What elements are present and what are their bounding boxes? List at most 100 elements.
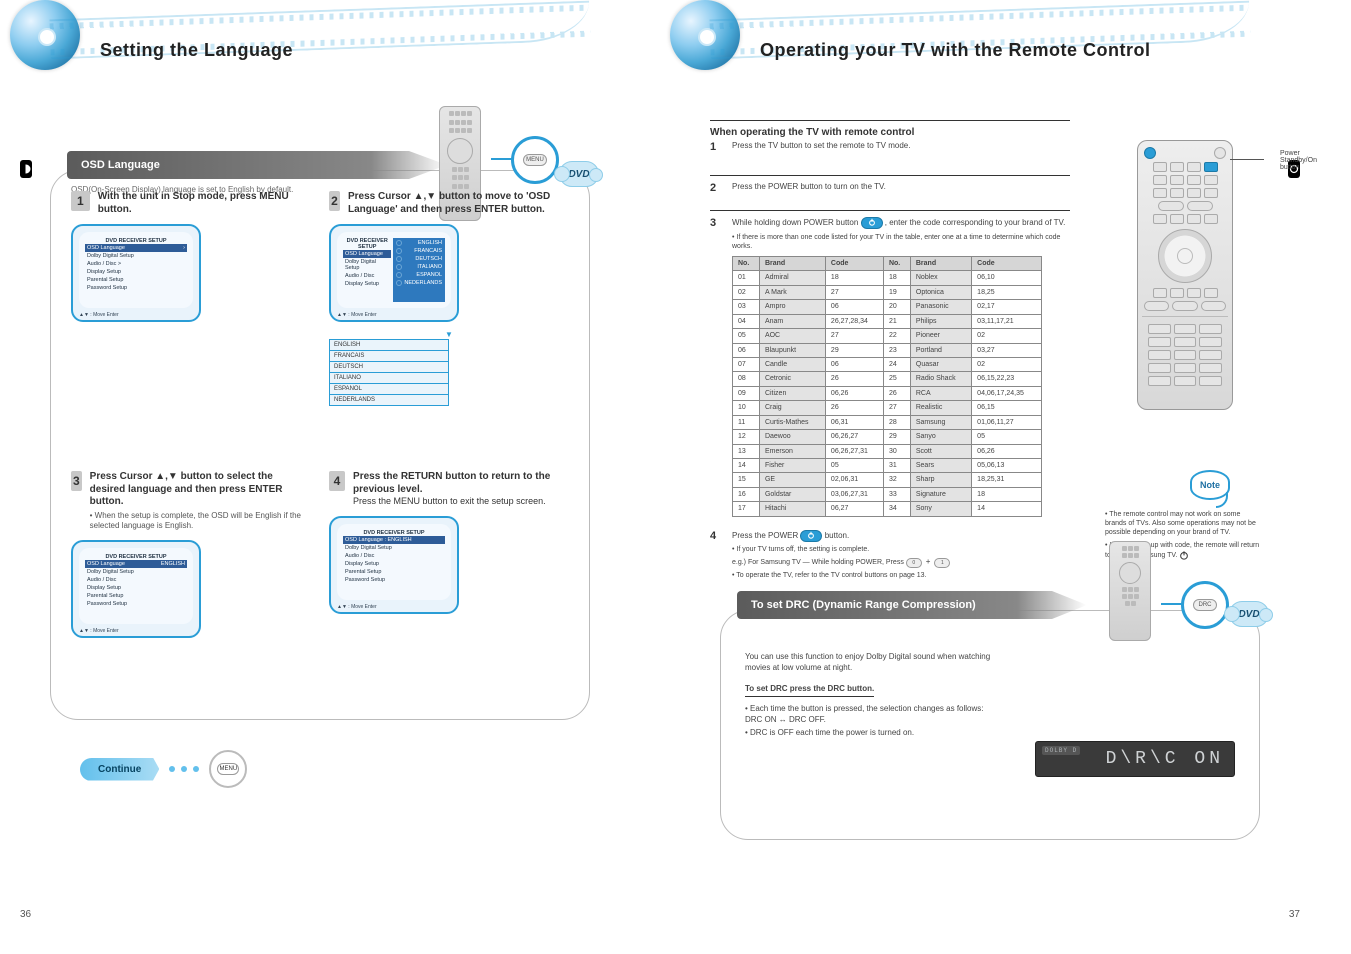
table-cell: 02,17: [972, 300, 1042, 314]
tv4-r0: OSD Language : ENGLISH: [345, 537, 412, 543]
table-cell: Optonica: [910, 285, 971, 299]
step-title: Press the RETURN button to return to the…: [353, 471, 569, 496]
language-options-table: ENGLISH FRANCAIS DEUTSCH ITALIANO ESPANO…: [329, 339, 449, 406]
table-cell: Radio Shack: [910, 372, 971, 386]
tv3-l0: OSD Language: [87, 561, 125, 567]
drc-list: • Each time the button is pressed, the s…: [745, 703, 999, 739]
table-cell: Hitachi: [759, 502, 825, 516]
sub2: e.g.) For Samsung TV — While holding POW…: [732, 559, 904, 566]
table-cell: RCA: [910, 386, 971, 400]
film-strip-header: Setting the Language: [20, 10, 640, 80]
step-number: 3: [71, 471, 82, 491]
step-number: 4: [710, 530, 726, 546]
step-title: With the unit in Stop mode, press MENU b…: [98, 191, 311, 216]
step-2: 2 Press Cursor ▲,▼ button to move to 'OS…: [329, 191, 569, 459]
step-3: 3 Press Cursor ▲,▼ button to select the …: [71, 471, 311, 699]
step-text: While holding down POWER button , enter …: [732, 217, 1070, 517]
table-cell: 10: [733, 401, 760, 415]
table-cell: 26: [883, 386, 910, 400]
table-cell: 02: [972, 357, 1042, 371]
note-bubble: Note: [1190, 470, 1230, 500]
table-cell: 06,10: [972, 271, 1042, 285]
table-cell: 06,26: [825, 386, 883, 400]
table-cell: 23: [883, 343, 910, 357]
radio-icon: [396, 264, 402, 270]
text-b: button.: [825, 531, 849, 540]
edge-marker-left: [20, 160, 32, 178]
table-cell: 06,27: [825, 502, 883, 516]
step-body: • When the setup is complete, the OSD wi…: [90, 511, 311, 532]
table-cell: 02,06,31: [825, 473, 883, 487]
table-cell: 21: [883, 314, 910, 328]
table-cell: 06,15: [972, 401, 1042, 415]
continue-label: Continue: [80, 758, 159, 781]
page-title: Setting the Language: [100, 40, 620, 61]
panel-title-bar: To set DRC (Dynamic Range Compression): [737, 591, 1087, 619]
table-cell: 18,25,31: [972, 473, 1042, 487]
table-cell: 03,27: [972, 343, 1042, 357]
tv3-l4: Parental Setup: [87, 593, 123, 599]
dvd-stamp-text: DVD: [568, 169, 589, 180]
drc-body: You can use this function to enjoy Dolby…: [745, 651, 999, 673]
step-text: Press the TV button to set the remote to…: [732, 141, 1070, 157]
radio-icon: [396, 280, 402, 286]
table-cell: 16: [733, 487, 760, 501]
table-cell: 27: [825, 329, 883, 343]
tv2-r1: FRANCAIS: [414, 248, 442, 254]
table-cell: 33: [883, 487, 910, 501]
th-5: Code: [972, 256, 1042, 270]
table-cell: Sony: [910, 502, 971, 516]
table-cell: 06: [733, 343, 760, 357]
table-cell: 06: [825, 357, 883, 371]
section-confirm: 4 Press the POWER button. • If your TV t…: [710, 530, 1070, 581]
remote-callout-right: DRC: [1109, 541, 1159, 641]
callout-button: DRC: [1193, 599, 1217, 611]
vfd-text: D\R\C ON: [1106, 749, 1224, 769]
table-cell: Philips: [910, 314, 971, 328]
tv4-r2: Audio / Disc: [345, 553, 374, 559]
opt-3: ITALIANO: [330, 373, 449, 384]
digit-0-button: 0: [906, 558, 922, 568]
vfd-display: DOLBY D D\R\C ON: [1035, 741, 1235, 777]
text-a: While holding down POWER button: [732, 218, 858, 227]
table-cell: Signature: [910, 487, 971, 501]
table-cell: 19: [883, 285, 910, 299]
tv2-r3: ITALIANO: [417, 264, 442, 270]
drc-panel: To set DRC (Dynamic Range Compression) D…: [720, 610, 1260, 840]
table-cell: 06: [825, 300, 883, 314]
osd-language-panel: OSD Language OSD(On-Screen Display) lang…: [50, 170, 590, 720]
table-row: 10Craig2627Realistic06,15: [733, 401, 1042, 415]
label-a: Power: [1280, 150, 1300, 157]
table-row: 08Cetronic2625Radio Shack06,15,22,23: [733, 372, 1042, 386]
tv4-hint: ▲▼ : Move Enter: [337, 604, 377, 610]
table-cell: Admiral: [759, 271, 825, 285]
table-cell: 27: [883, 401, 910, 415]
table-cell: 08: [733, 372, 760, 386]
tv2-l1: Dolby Digital Setup: [345, 259, 389, 271]
dpad-icon: [1158, 229, 1212, 283]
manual-page-right: Operating your TV with the Remote Contro…: [680, 10, 1300, 920]
table-cell: 25: [883, 372, 910, 386]
table-cell: Portland: [910, 343, 971, 357]
leader-line: [1230, 159, 1264, 160]
step-text: Press the POWER button. • If your TV tur…: [732, 530, 1070, 581]
table-cell: 29: [883, 430, 910, 444]
power-symbol-icon: [1179, 550, 1189, 560]
table-cell: 17: [733, 502, 760, 516]
opt-5: NEDERLANDS: [330, 395, 449, 406]
table-row: 17Hitachi06,2734Sony14: [733, 502, 1042, 516]
tv2-heading: DVD RECEIVER SETUP: [343, 238, 391, 250]
table-cell: 26,27,28,34: [825, 314, 883, 328]
table-cell: 05: [733, 329, 760, 343]
table-cell: 18: [825, 271, 883, 285]
th-2: Code: [825, 256, 883, 270]
table-row: 12Daewoo06,26,2729Sanyo05: [733, 430, 1042, 444]
section-heading: When operating the TV with remote contro…: [710, 127, 1070, 138]
table-cell: Scott: [910, 444, 971, 458]
tv2-r0: ENGLISH: [418, 240, 442, 246]
table-cell: GE: [759, 473, 825, 487]
table-cell: 01: [733, 271, 760, 285]
table-row: 16Goldstar03,06,27,3133Signature18: [733, 487, 1042, 501]
table-cell: 11: [733, 415, 760, 429]
table-cell: 28: [883, 415, 910, 429]
